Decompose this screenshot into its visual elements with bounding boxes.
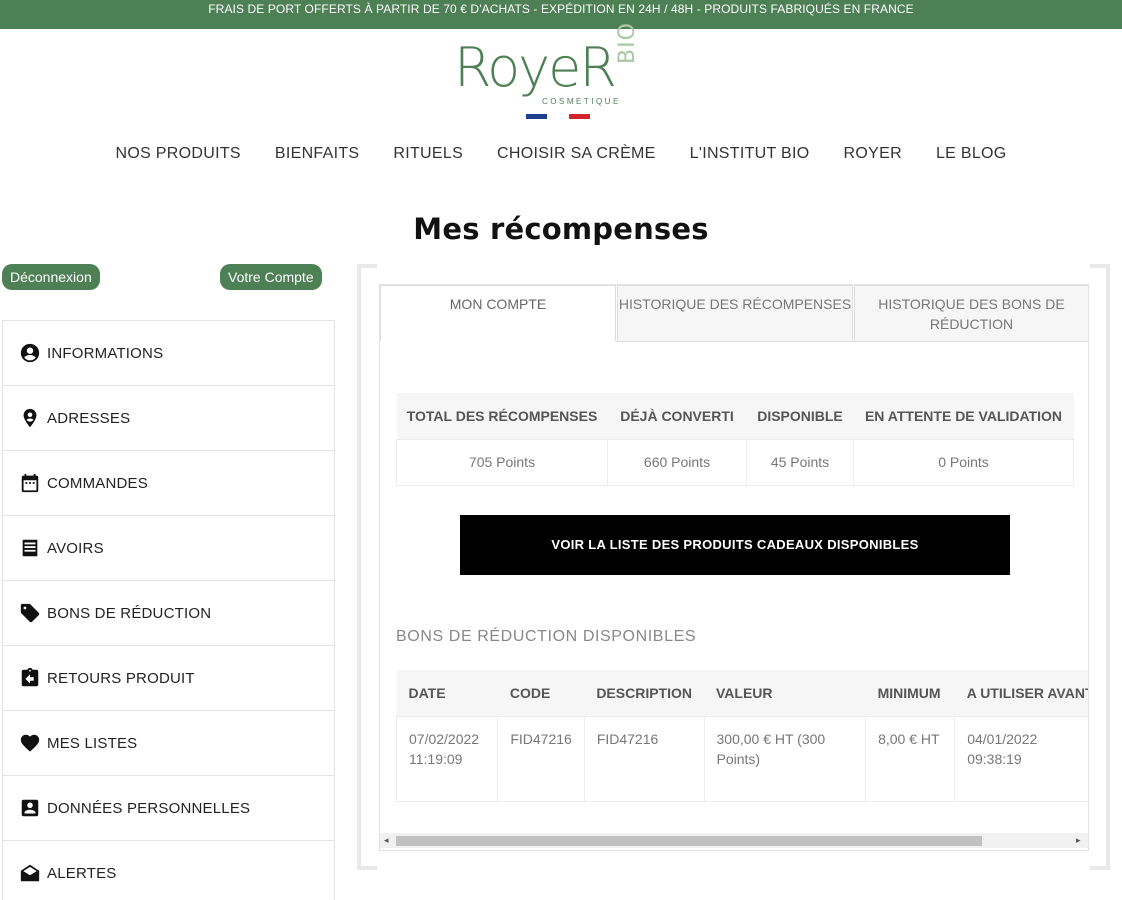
voucher-value: 300,00 € HT (300 Points) bbox=[703, 715, 867, 802]
user-circle-icon bbox=[20, 343, 40, 363]
summary-header-total: TOTAL DES RÉCOMPENSES bbox=[396, 393, 608, 439]
summary-converted-value: 660 Points bbox=[607, 438, 747, 486]
main-navigation: NOS PRODUITS BIENFAITS RITUELS CHOISIR S… bbox=[0, 144, 1122, 164]
envelope-open-icon bbox=[20, 864, 40, 882]
tabs-divider bbox=[616, 341, 1088, 342]
shipping-banner-text: FRAIS DE PORT OFFERTS À PARTIR DE 70 € D… bbox=[208, 2, 914, 16]
tab-historique-recompenses[interactable]: HISTORIQUE DES RÉCOMPENSES bbox=[617, 285, 853, 342]
sidebar-item-mes-listes[interactable]: MES LISTES bbox=[3, 711, 334, 776]
sidebar-item-informations[interactable]: INFORMATIONS bbox=[3, 321, 334, 386]
sidebar-item-label: DONNÉES PERSONNELLES bbox=[47, 799, 251, 817]
sidebar-item-adresses[interactable]: ADRESSES bbox=[3, 386, 334, 451]
site-logo[interactable]: RoyeR BIO COSMETIQUE bbox=[452, 22, 667, 124]
rewards-panel: MON COMPTE HISTORIQUE DES RÉCOMPENSES HI… bbox=[379, 284, 1089, 851]
account-button[interactable]: Votre Compte bbox=[220, 264, 322, 290]
calendar-icon bbox=[21, 473, 39, 493]
logo-subtitle: COSMETIQUE bbox=[542, 97, 621, 106]
page-title: Mes récompenses bbox=[413, 212, 709, 246]
sidebar-item-label: AVOIRS bbox=[47, 539, 104, 557]
logout-button[interactable]: Déconnexion bbox=[2, 264, 100, 290]
summary-header-converted: DÉJÀ CONVERTI bbox=[607, 393, 747, 439]
sidebar-item-label: INFORMATIONS bbox=[47, 344, 164, 362]
nav-rituels[interactable]: RITUELS bbox=[393, 144, 463, 164]
summary-header-available: DISPONIBLE bbox=[746, 393, 854, 439]
content-frame-right bbox=[1090, 264, 1110, 870]
voucher-code: FID47216 bbox=[497, 715, 585, 802]
table-row: 705 Points 660 Points 45 Points 0 Points bbox=[396, 438, 1074, 486]
sidebar-item-donnees-personnelles[interactable]: DONNÉES PERSONNELLES bbox=[3, 776, 334, 841]
content-frame-left bbox=[357, 264, 377, 870]
voucher-header-description: DESCRIPTION bbox=[584, 670, 704, 716]
location-pin-icon bbox=[23, 408, 37, 428]
tab-mon-compte[interactable]: MON COMPTE bbox=[380, 285, 616, 342]
voucher-header-code: CODE bbox=[497, 670, 585, 716]
rewards-summary-table: TOTAL DES RÉCOMPENSES DÉJÀ CONVERTI DISP… bbox=[396, 393, 1074, 486]
sidebar-item-commandes[interactable]: COMMANDES bbox=[3, 451, 334, 516]
summary-available-value: 45 Points bbox=[746, 438, 854, 486]
shipping-banner: FRAIS DE PORT OFFERTS À PARTIR DE 70 € D… bbox=[0, 0, 1122, 29]
scroll-left-icon[interactable]: ◂ bbox=[384, 835, 389, 846]
nav-royer[interactable]: ROYER bbox=[844, 144, 902, 164]
sidebar-item-label: ALERTES bbox=[47, 864, 117, 882]
voucher-description: FID47216 bbox=[583, 715, 705, 802]
table-row: 07/02/2022 11:19:09 FID47216 FID47216 30… bbox=[395, 715, 1088, 802]
nav-nos-produits[interactable]: NOS PRODUITS bbox=[115, 144, 240, 164]
account-sidebar: INFORMATIONS ADRESSES COMMANDES AVOIRS B… bbox=[2, 320, 335, 900]
sidebar-item-bons-de-reduction[interactable]: BONS DE RÉDUCTION bbox=[3, 581, 334, 646]
voucher-header-expiry: A UTILISER AVANT bbox=[954, 670, 1088, 716]
receipt-icon bbox=[22, 539, 38, 557]
sidebar-item-label: BONS DE RÉDUCTION bbox=[47, 604, 212, 622]
voucher-header-value: VALEUR bbox=[704, 670, 866, 716]
tag-icon bbox=[20, 603, 40, 623]
logo-wordmark: RoyeR bbox=[454, 36, 617, 99]
sidebar-item-label: COMMANDES bbox=[47, 474, 148, 492]
horizontal-scrollbar[interactable]: ◂ ▸ bbox=[380, 833, 1088, 848]
sidebar-item-label: ADRESSES bbox=[47, 409, 131, 427]
vouchers-table: DATE CODE DESCRIPTION VALEUR MINIMUM A U… bbox=[395, 670, 1088, 802]
gift-products-button[interactable]: VOIR LA LISTE DES PRODUITS CADEAUX DISPO… bbox=[460, 515, 1010, 575]
scroll-right-icon[interactable]: ▸ bbox=[1076, 835, 1081, 846]
voucher-minimum: 8,00 € HT bbox=[865, 715, 956, 802]
summary-total-value: 705 Points bbox=[396, 438, 608, 486]
sidebar-item-alertes[interactable]: ALERTES bbox=[3, 841, 334, 900]
sidebar-item-retours-produit[interactable]: RETOURS PRODUIT bbox=[3, 646, 334, 711]
sidebar-item-avoirs[interactable]: AVOIRS bbox=[3, 516, 334, 581]
clipboard-return-icon bbox=[21, 667, 39, 687]
id-card-icon bbox=[21, 799, 39, 817]
nav-le-blog[interactable]: LE BLOG bbox=[936, 144, 1007, 164]
nav-institut-bio[interactable]: L'INSTITUT BIO bbox=[690, 144, 810, 164]
sidebar-item-label: MES LISTES bbox=[47, 734, 138, 752]
vouchers-section-title: BONS DE RÉDUCTION DISPONIBLES bbox=[396, 628, 697, 645]
voucher-header-date: DATE bbox=[396, 670, 498, 716]
nav-bienfaits[interactable]: BIENFAITS bbox=[275, 144, 360, 164]
voucher-header-minimum: MINIMUM bbox=[865, 670, 955, 716]
voucher-date: 07/02/2022 11:19:09 bbox=[395, 715, 499, 802]
voucher-expiry: 04/01/2022 09:38:19 bbox=[954, 715, 1088, 802]
heart-icon bbox=[20, 734, 40, 752]
summary-header-pending: EN ATTENTE DE VALIDATION bbox=[853, 393, 1074, 439]
logo-bio-label: BIO bbox=[615, 22, 640, 64]
french-flag-icon bbox=[526, 114, 590, 119]
scrollbar-thumb[interactable] bbox=[396, 836, 982, 846]
summary-pending-value: 0 Points bbox=[853, 438, 1074, 486]
nav-choisir-sa-creme[interactable]: CHOISIR SA CRÈME bbox=[497, 144, 656, 164]
tab-historique-bons[interactable]: HISTORIQUE DES BONS DE RÉDUCTION bbox=[854, 285, 1088, 342]
sidebar-item-label: RETOURS PRODUIT bbox=[47, 669, 195, 687]
rewards-tabs: MON COMPTE HISTORIQUE DES RÉCOMPENSES HI… bbox=[380, 285, 1088, 342]
